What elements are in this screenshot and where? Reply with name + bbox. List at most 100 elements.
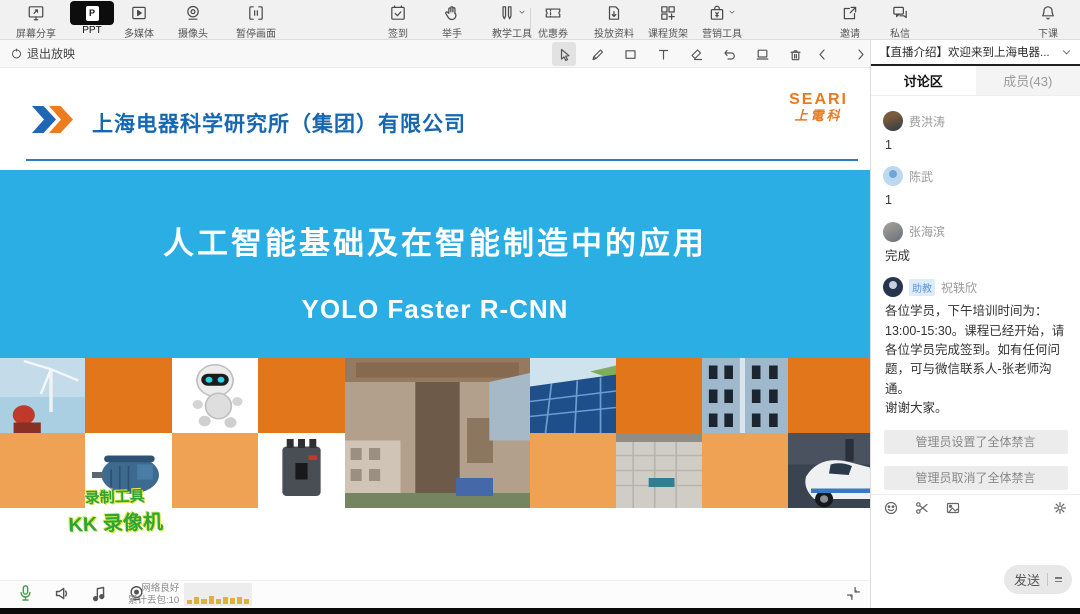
packet-loss: 累计丢包:10 — [128, 595, 179, 607]
chevron-down-icon[interactable] — [1061, 47, 1072, 58]
coupon-button[interactable]: 优惠券 — [538, 2, 568, 40]
sign-in-label: 签到 — [388, 25, 408, 40]
live-intro-title: 【直播介绍】欢迎来到上海电器... — [879, 44, 1061, 60]
camera-icon — [184, 2, 202, 24]
sign-in-button[interactable]: 签到 — [388, 2, 408, 40]
raise-hand-button[interactable]: 举手 — [442, 2, 462, 40]
clear-annotations-button[interactable] — [783, 42, 807, 66]
live-intro-bar[interactable]: 【直播介绍】欢迎来到上海电器... — [871, 40, 1080, 66]
end-class-button[interactable]: 下课 — [1038, 2, 1058, 40]
multimedia-button[interactable]: 多媒体 — [124, 2, 154, 40]
previous-slide-button[interactable] — [810, 42, 834, 66]
mosaic-tile-orange-light — [172, 433, 258, 508]
chat-message: 助教 祝轶欣 各位学员，下午培训时间为：13:00-15:30。课程已经开始，请… — [883, 277, 1068, 418]
chat-message: 张海滨 完成 — [883, 222, 1068, 266]
chat-message-list[interactable]: 费洪涛 1 陈武 1 张海滨 完成 — [871, 96, 1080, 494]
watermark-line2: KK 录像机 — [68, 505, 163, 537]
presenter-screen-icon — [755, 47, 770, 62]
company-name: 上海电器科学研究所（集团）有限公司 — [92, 108, 466, 138]
end-class-bell-icon — [1039, 2, 1057, 24]
mosaic-photo-solar-panels — [530, 358, 616, 433]
course-shelf-icon — [659, 2, 677, 24]
pen-tool-button[interactable] — [585, 42, 609, 66]
ppt-button-active[interactable]: P PPT — [70, 2, 114, 36]
mosaic-tile-orange-light — [530, 433, 616, 508]
annotation-toolbar — [552, 42, 807, 66]
title-banner: 人工智能基础及在智能制造中的应用 YOLO Faster R-CNN — [0, 170, 870, 358]
course-shelf-button[interactable]: 课程货架 — [648, 2, 688, 40]
select-tool-button[interactable] — [552, 42, 576, 66]
header-divider — [26, 159, 858, 161]
camera-button[interactable]: 摄像头 — [178, 2, 208, 40]
undo-button[interactable] — [717, 42, 741, 66]
music-note-icon[interactable] — [90, 584, 109, 603]
mosaic-photo-equipment-cabinet — [702, 358, 788, 433]
collapse-panel-button[interactable] — [845, 585, 862, 607]
camera-label: 摄像头 — [178, 25, 208, 40]
teaching-tools-label: 教学工具 — [492, 25, 532, 40]
slide-navigation — [810, 42, 872, 66]
private-message-button[interactable]: 私信 — [890, 2, 910, 40]
next-slide-button[interactable] — [848, 42, 872, 66]
marketing-tools-button[interactable]: 营销工具 — [702, 2, 742, 40]
system-message: 管理员取消了全体禁言 — [884, 466, 1068, 490]
message-text: 1 — [885, 136, 1068, 155]
send-label: 发送 — [1014, 570, 1040, 589]
teaching-tools-button[interactable]: 教学工具 — [492, 2, 532, 40]
eraser-tool-button[interactable] — [684, 42, 708, 66]
speaker-icon[interactable] — [53, 584, 72, 603]
invite-button[interactable]: 邀请 — [840, 2, 860, 40]
exit-slideshow-icon — [10, 47, 23, 60]
screenshot-scissors-icon[interactable] — [914, 500, 930, 516]
presenter-screen-button[interactable] — [750, 42, 774, 66]
text-tool-button[interactable] — [651, 42, 675, 66]
status-bar: 网络良好 累计丢包:10 — [0, 580, 870, 608]
exit-slideshow-label: 退出放映 — [27, 45, 75, 62]
logo-chinese-text: 上電科 — [789, 109, 848, 123]
screen-share-button[interactable]: 屏幕分享 — [16, 2, 56, 40]
avatar — [883, 277, 903, 297]
mosaic-photo-anechoic-chamber — [616, 433, 702, 508]
cursor-icon — [557, 47, 572, 62]
coupon-icon — [544, 2, 562, 24]
chat-settings-gear-icon[interactable] — [1052, 500, 1068, 516]
materials-button[interactable]: 投放资料 — [594, 2, 634, 40]
screen-share-label: 屏幕分享 — [16, 25, 56, 40]
mosaic-photo-institute-building — [345, 358, 530, 508]
mosaic-tile-orange-dark — [616, 358, 702, 433]
ppt-icon: P — [70, 2, 114, 24]
materials-icon — [605, 2, 623, 24]
rectangle-icon — [623, 47, 638, 62]
send-divider — [1047, 573, 1048, 586]
message-input-area[interactable]: 发送 — [871, 520, 1080, 608]
slide-canvas[interactable]: 上海电器科学研究所（集团）有限公司 SEARI 上電科 人工智能基础及在智能制造… — [0, 68, 870, 580]
emoji-icon[interactable] — [883, 500, 899, 516]
private-message-label: 私信 — [890, 25, 910, 40]
logo-text: SEARI — [789, 92, 848, 109]
chat-toolbar — [871, 494, 1080, 520]
pause-screen-label: 暂停画面 — [236, 25, 276, 40]
tab-members[interactable]: 成员(43) — [976, 66, 1080, 95]
pause-screen-icon — [247, 2, 265, 24]
send-button[interactable]: 发送 — [1004, 565, 1072, 594]
mosaic-tile-orange-dark — [85, 358, 172, 433]
multimedia-label: 多媒体 — [124, 25, 154, 40]
slide-title: 人工智能基础及在智能制造中的应用 — [0, 218, 870, 263]
eraser-icon — [689, 47, 704, 62]
shape-tool-button[interactable] — [618, 42, 642, 66]
invite-label: 邀请 — [840, 25, 860, 40]
message-text: 完成 — [885, 247, 1068, 266]
sender-name: 张海滨 — [909, 223, 945, 240]
avatar — [883, 222, 903, 242]
send-options-icon[interactable] — [1055, 577, 1062, 582]
microphone-icon[interactable] — [16, 584, 35, 603]
network-status: 网络良好 — [128, 583, 179, 595]
tab-discussion[interactable]: 讨论区 — [871, 66, 976, 95]
exit-slideshow-button[interactable]: 退出放映 — [10, 45, 75, 62]
image-icon[interactable] — [945, 500, 961, 516]
pause-screen-button[interactable]: 暂停画面 — [236, 2, 276, 40]
sender-name: 费洪涛 — [909, 113, 945, 130]
slide-header-chevrons-icon — [32, 106, 73, 133]
seari-logo: SEARI 上電科 — [789, 92, 848, 122]
chat-message: 陈武 1 — [883, 166, 1068, 210]
